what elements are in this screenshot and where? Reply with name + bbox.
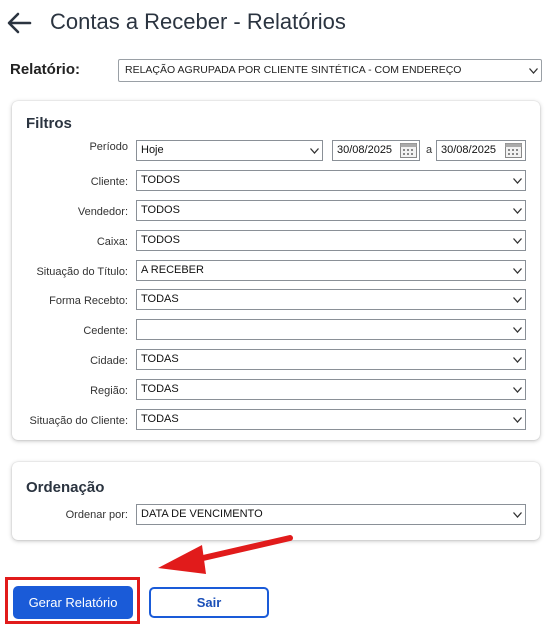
chevron-down-icon: [513, 417, 522, 423]
vendedor-select-value: TODOS: [141, 204, 180, 216]
date-from-value: 30/08/2025: [337, 144, 393, 156]
date-separator: a: [426, 144, 433, 156]
caixa-select-value: TODOS: [141, 234, 180, 246]
cidade-label: Cidade:: [90, 355, 128, 367]
calendar-icon[interactable]: [505, 143, 522, 158]
relatorio-select[interactable]: RELAÇÃO AGRUPADA POR CLIENTE SINTÉTICA -…: [118, 59, 542, 82]
calendar-icon[interactable]: [400, 143, 417, 158]
chevron-down-icon: [513, 178, 522, 184]
chevron-down-icon: [513, 297, 522, 303]
situacao-titulo-select[interactable]: A RECEBER: [136, 260, 526, 281]
caixa-select[interactable]: TODOS: [136, 230, 526, 251]
vendedor-label: Vendedor:: [77, 206, 128, 218]
periodo-select-value: Hoje: [141, 144, 164, 156]
forma-recebto-select[interactable]: TODAS: [136, 289, 526, 310]
regiao-label: Região:: [90, 385, 128, 397]
chevron-down-icon: [513, 387, 522, 393]
gerar-relatorio-button[interactable]: Gerar Relatório: [13, 586, 133, 619]
chevron-down-icon: [513, 327, 522, 333]
regiao-select-value: TODAS: [141, 383, 179, 395]
cidade-select-value: TODAS: [141, 353, 179, 365]
cedente-label: Cedente:: [83, 325, 128, 337]
filtros-title: Filtros: [26, 115, 72, 132]
cliente-select[interactable]: TODOS: [136, 170, 526, 191]
relatorio-select-value: RELAÇÃO AGRUPADA POR CLIENTE SINTÉTICA -…: [125, 64, 462, 76]
forma-recebto-select-value: TODAS: [141, 293, 179, 305]
chevron-down-icon: [513, 208, 522, 214]
caixa-label: Caixa:: [96, 236, 128, 248]
cliente-select-value: TODOS: [141, 174, 180, 186]
forma-recebto-label: Forma Recebto:: [49, 295, 128, 307]
chevron-down-icon: [513, 268, 522, 274]
chevron-down-icon: [529, 68, 538, 74]
relatorio-label: Relatório:: [10, 61, 81, 78]
back-arrow-icon[interactable]: [6, 10, 32, 36]
vendedor-select[interactable]: TODOS: [136, 200, 526, 221]
situacao-titulo-select-value: A RECEBER: [141, 264, 204, 276]
situacao-cliente-label: Situação do Cliente:: [29, 415, 128, 427]
periodo-label: Período: [89, 141, 128, 153]
cidade-select[interactable]: TODAS: [136, 349, 526, 370]
chevron-down-icon: [513, 357, 522, 363]
situacao-cliente-select[interactable]: TODAS: [136, 409, 526, 430]
chevron-down-icon: [513, 512, 522, 518]
date-to-input[interactable]: 30/08/2025: [436, 140, 526, 161]
date-to-value: 30/08/2025: [441, 144, 497, 156]
chevron-down-icon: [513, 238, 522, 244]
ordenacao-title: Ordenação: [26, 479, 105, 496]
header: Contas a Receber - Relatórios: [0, 0, 555, 48]
regiao-select[interactable]: TODAS: [136, 379, 526, 400]
situacao-titulo-label: Situação do Título:: [36, 266, 128, 278]
ordenar-por-select[interactable]: DATA DE VENCIMENTO: [136, 504, 526, 525]
filtros-panel: Filtros Período Hoje 30/08/2025 a 30/08/…: [12, 101, 540, 440]
ordenacao-panel: Ordenação Ordenar por: DATA DE VENCIMENT…: [12, 462, 540, 540]
cliente-label: Cliente:: [90, 176, 128, 188]
page-title: Contas a Receber - Relatórios: [50, 9, 346, 34]
chevron-down-icon: [310, 148, 319, 154]
date-from-input[interactable]: 30/08/2025: [332, 140, 420, 161]
situacao-cliente-select-value: TODAS: [141, 413, 179, 425]
cedente-select[interactable]: [136, 319, 526, 340]
sair-button[interactable]: Sair: [149, 587, 269, 618]
ordenar-por-select-value: DATA DE VENCIMENTO: [141, 508, 263, 520]
periodo-select[interactable]: Hoje: [136, 140, 323, 161]
ordenar-por-label: Ordenar por:: [65, 509, 128, 521]
